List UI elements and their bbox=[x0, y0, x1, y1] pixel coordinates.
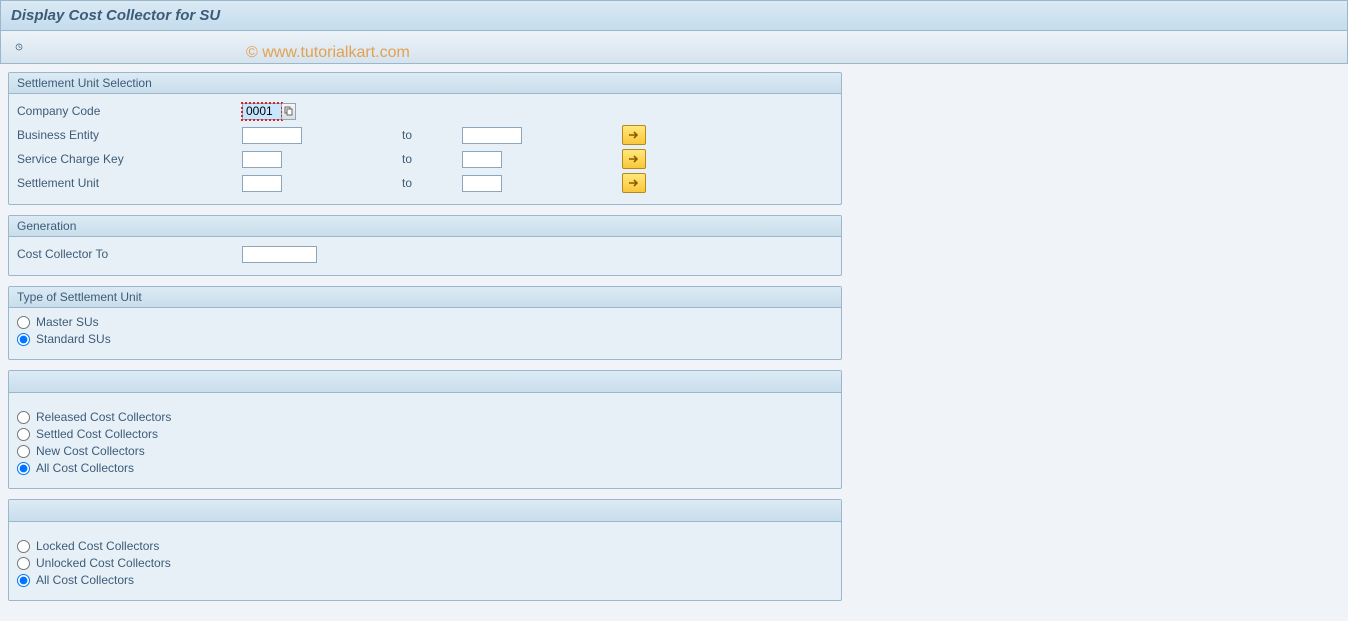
label-company-code: Company Code bbox=[17, 104, 242, 118]
label-business-entity: Business Entity bbox=[17, 128, 242, 142]
radio-all-cc-status[interactable]: All Cost Collectors bbox=[17, 461, 833, 475]
content-area: Settlement Unit Selection Company Code B… bbox=[0, 64, 1348, 619]
execute-button[interactable] bbox=[9, 37, 29, 57]
radio-master-sus[interactable]: Master SUs bbox=[17, 315, 833, 329]
radio-label: Standard SUs bbox=[36, 332, 111, 346]
group-cost-collector-status: Released Cost Collectors Settled Cost Co… bbox=[8, 370, 842, 489]
label-settlement-unit: Settlement Unit bbox=[17, 176, 242, 190]
group-legend bbox=[9, 500, 841, 522]
label-to: to bbox=[402, 176, 462, 190]
settlement-unit-to-input[interactable] bbox=[462, 175, 502, 192]
page-title: Display Cost Collector for SU bbox=[0, 0, 1348, 31]
company-code-f4-button[interactable] bbox=[282, 103, 296, 120]
service-charge-key-multiselect-button[interactable] bbox=[622, 149, 646, 169]
radio-input[interactable] bbox=[17, 333, 30, 346]
radio-new-cc[interactable]: New Cost Collectors bbox=[17, 444, 833, 458]
radio-label: Unlocked Cost Collectors bbox=[36, 556, 171, 570]
radio-label: Settled Cost Collectors bbox=[36, 427, 158, 441]
business-entity-to-input[interactable] bbox=[462, 127, 522, 144]
radio-unlocked-cc[interactable]: Unlocked Cost Collectors bbox=[17, 556, 833, 570]
radio-all-cc-lock[interactable]: All Cost Collectors bbox=[17, 573, 833, 587]
group-legend: Type of Settlement Unit bbox=[9, 287, 841, 308]
label-cost-collector-to: Cost Collector To bbox=[17, 247, 242, 261]
group-cost-collector-lock: Locked Cost Collectors Unlocked Cost Col… bbox=[8, 499, 842, 601]
radio-input[interactable] bbox=[17, 411, 30, 424]
business-entity-multiselect-button[interactable] bbox=[622, 125, 646, 145]
cost-collector-to-input[interactable] bbox=[242, 246, 317, 263]
radio-label: Locked Cost Collectors bbox=[36, 539, 159, 553]
arrow-right-icon bbox=[628, 154, 640, 164]
settlement-unit-from-input[interactable] bbox=[242, 175, 282, 192]
group-type-of-settlement-unit: Type of Settlement Unit Master SUs Stand… bbox=[8, 286, 842, 360]
radio-input[interactable] bbox=[17, 445, 30, 458]
application-toolbar bbox=[0, 31, 1348, 64]
group-generation: Generation Cost Collector To bbox=[8, 215, 842, 276]
f4-help-icon bbox=[284, 106, 294, 116]
radio-input[interactable] bbox=[17, 574, 30, 587]
radio-input[interactable] bbox=[17, 316, 30, 329]
execute-clock-icon bbox=[15, 39, 23, 55]
radio-input[interactable] bbox=[17, 428, 30, 441]
radio-label: All Cost Collectors bbox=[36, 573, 134, 587]
radio-settled-cc[interactable]: Settled Cost Collectors bbox=[17, 427, 833, 441]
radio-input[interactable] bbox=[17, 557, 30, 570]
label-to: to bbox=[402, 152, 462, 166]
label-service-charge-key: Service Charge Key bbox=[17, 152, 242, 166]
group-legend: Settlement Unit Selection bbox=[9, 73, 841, 94]
company-code-input[interactable] bbox=[242, 103, 282, 120]
group-settlement-unit-selection: Settlement Unit Selection Company Code B… bbox=[8, 72, 842, 205]
radio-label: Released Cost Collectors bbox=[36, 410, 171, 424]
settlement-unit-multiselect-button[interactable] bbox=[622, 173, 646, 193]
radio-label: Master SUs bbox=[36, 315, 99, 329]
radio-input[interactable] bbox=[17, 540, 30, 553]
label-to: to bbox=[402, 128, 462, 142]
service-charge-key-from-input[interactable] bbox=[242, 151, 282, 168]
radio-locked-cc[interactable]: Locked Cost Collectors bbox=[17, 539, 833, 553]
radio-label: All Cost Collectors bbox=[36, 461, 134, 475]
arrow-right-icon bbox=[628, 130, 640, 140]
business-entity-from-input[interactable] bbox=[242, 127, 302, 144]
arrow-right-icon bbox=[628, 178, 640, 188]
radio-label: New Cost Collectors bbox=[36, 444, 145, 458]
group-legend bbox=[9, 371, 841, 393]
group-legend: Generation bbox=[9, 216, 841, 237]
radio-released-cc[interactable]: Released Cost Collectors bbox=[17, 410, 833, 424]
radio-standard-sus[interactable]: Standard SUs bbox=[17, 332, 833, 346]
radio-input[interactable] bbox=[17, 462, 30, 475]
service-charge-key-to-input[interactable] bbox=[462, 151, 502, 168]
